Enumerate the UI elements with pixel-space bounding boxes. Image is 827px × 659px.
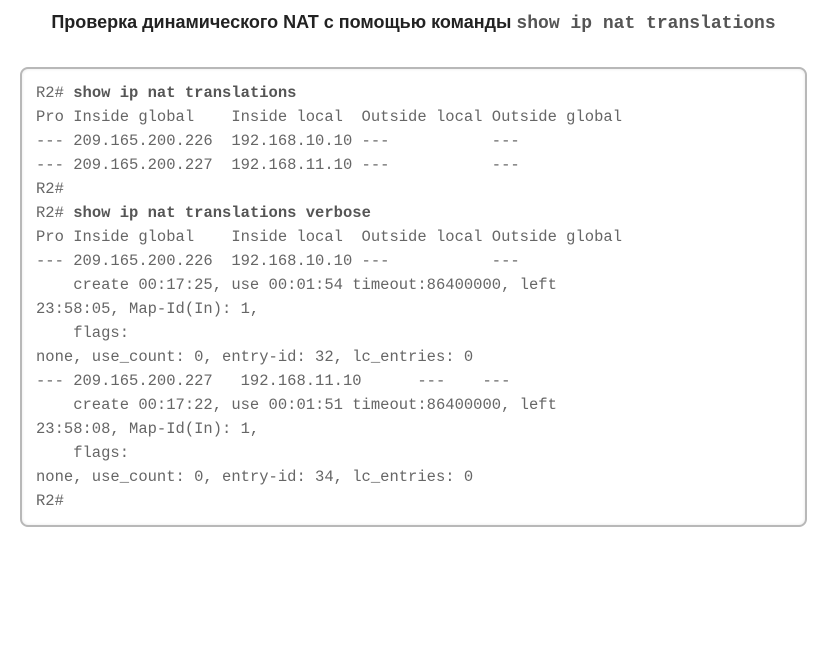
title-command: show ip nat translations [516,14,775,34]
title-text: Проверка динамического NAT с помощью ком… [51,12,511,32]
terminal-output: R2# show ip nat translations Pro Inside … [20,67,807,527]
terminal-pre: R2# show ip nat translations Pro Inside … [36,81,791,513]
page-title: Проверка динамического NAT с помощью ком… [20,10,807,37]
